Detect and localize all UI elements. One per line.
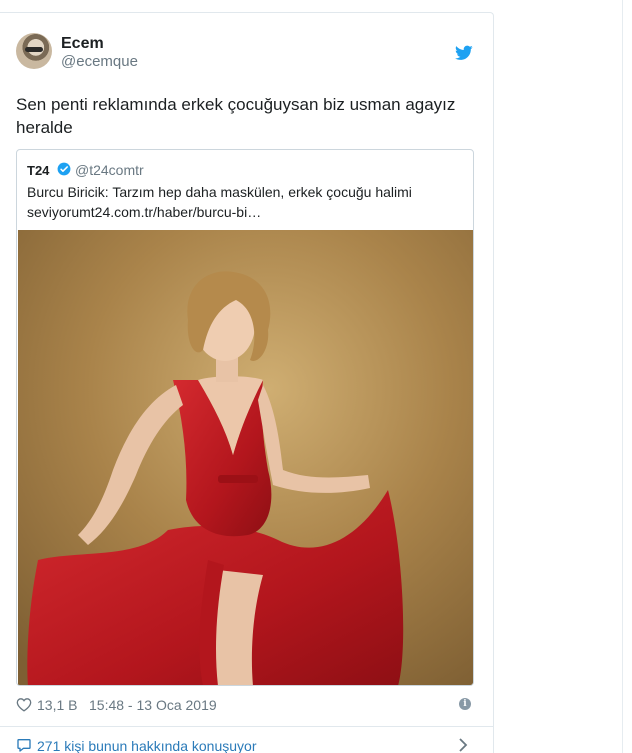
info-icon[interactable]: i [459,698,471,710]
quoted-tweet[interactable]: T24 @t24comtr Burcu Biricik: Tarzım hep … [16,149,474,686]
verified-badge-icon [57,162,71,176]
quoted-author-name: T24 [27,163,50,178]
tweet-text: Sen penti reklamında erkek çocuğuysan bi… [16,93,456,139]
chevron-right-icon[interactable] [458,738,468,752]
avatar[interactable] [16,33,52,69]
quoted-text-line1: Burcu Biricik: Tarzım hep daha maskülen,… [27,184,412,200]
tweet-text-line1: Sen penti reklamında erkek çocuğuysan bi… [16,95,456,114]
tweet-meta: 13,1 B 15:48 - 13 Oca 2019 i [16,696,476,716]
woman-in-red-gown-photo [18,230,473,685]
twitter-bird-icon[interactable] [455,45,473,61]
tweet-card: Ecem @ecemque Sen penti reklamında erkek… [0,12,494,753]
like-count[interactable]: 13,1 B [37,697,77,713]
heart-icon[interactable] [16,697,32,712]
author-handle[interactable]: @ecemque [61,53,138,70]
quoted-text-line2: seviyorumt24.com.tr/haber/burcu-bi… [27,204,262,220]
speech-bubble-icon [17,739,31,752]
tweet-text-line2: heralde [16,118,73,137]
page-edge-divider [622,0,623,753]
timestamp[interactable]: 15:48 - 13 Oca 2019 [89,697,217,713]
conversation-link[interactable]: 271 kişi bunun hakkında konuşuyor [16,737,476,753]
quoted-author-handle: @t24comtr [75,162,144,178]
divider [0,726,494,727]
quoted-photo[interactable] [18,230,473,685]
conversation-label[interactable]: 271 kişi bunun hakkında konuşuyor [37,738,256,753]
avatar-glasses [25,47,43,52]
author-name[interactable]: Ecem [61,35,104,53]
